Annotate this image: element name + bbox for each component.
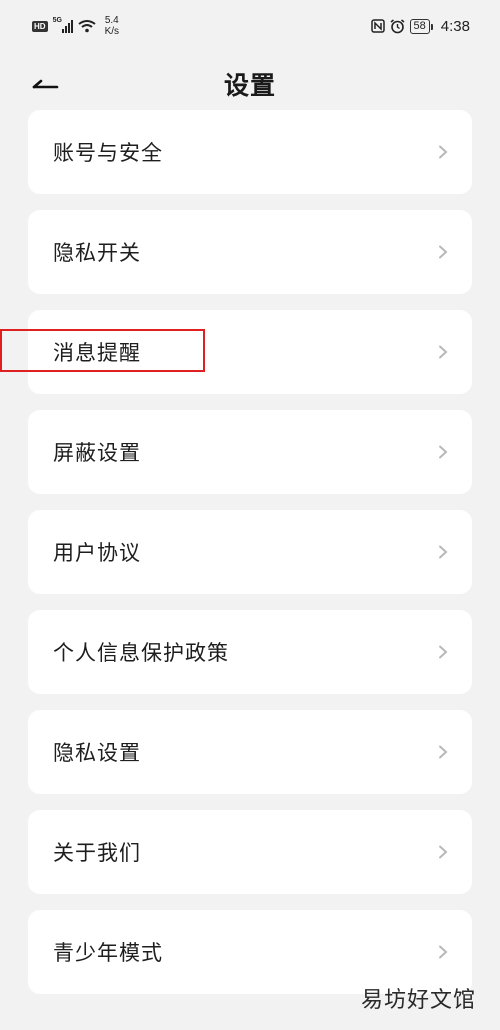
chevron-right-icon	[439, 945, 448, 959]
chevron-right-icon	[439, 545, 448, 559]
settings-item[interactable]: 用户协议	[28, 510, 472, 594]
settings-item[interactable]: 隐私开关	[28, 210, 472, 294]
status-right: 58 4:38	[370, 17, 470, 35]
chevron-right-icon	[439, 745, 448, 759]
settings-item[interactable]: 关于我们	[28, 810, 472, 894]
network-speed-unit: K/s	[104, 26, 120, 37]
chevron-right-icon	[439, 645, 448, 659]
settings-item-label: 用户协议	[53, 541, 141, 565]
page-title: 设置	[223, 71, 276, 100]
settings-item-label: 隐私设置	[53, 741, 141, 765]
settings-item[interactable]: 账号与安全	[28, 110, 472, 194]
signal-type-label: 5G	[52, 17, 62, 24]
settings-item-label: 屏蔽设置	[53, 441, 141, 465]
settings-item[interactable]: 隐私设置	[28, 710, 472, 794]
settings-item[interactable]: 个人信息保护政策	[28, 610, 472, 694]
status-bar: HD 5G 5.4 K/s 58 4:38	[0, 0, 500, 52]
settings-list: 账号与安全隐私开关消息提醒屏蔽设置用户协议个人信息保护政策 隐私设置关于我们青少年…	[28, 110, 472, 1010]
network-speed-value: 5.4	[104, 15, 119, 26]
chevron-right-icon	[439, 145, 448, 159]
signal-icon: 5G	[52, 17, 73, 33]
chevron-right-icon	[439, 445, 448, 459]
settings-item-label: 青少年模式	[53, 941, 163, 965]
alarm-icon	[390, 18, 405, 33]
settings-item-label: 关于我们	[53, 841, 141, 865]
wifi-icon	[77, 20, 96, 33]
settings-item[interactable]: 屏蔽设置	[28, 410, 472, 494]
chevron-right-icon	[439, 845, 448, 859]
nfc-icon	[370, 19, 385, 33]
battery-icon: 58	[409, 18, 434, 34]
watermark: 易坊好文馆	[360, 988, 476, 1013]
network-speed: 5.4 K/s	[105, 15, 119, 37]
settings-item-label: 消息提醒	[53, 341, 141, 365]
chevron-right-icon	[439, 245, 448, 259]
status-left: HD 5G 5.4 K/s	[32, 15, 119, 37]
settings-item-label: 隐私开关	[53, 241, 141, 265]
hd-icon: HD	[32, 20, 48, 32]
settings-item[interactable]: 消息提醒	[28, 310, 472, 394]
clock-time: 4:38	[440, 17, 470, 35]
chevron-right-icon	[439, 345, 448, 359]
settings-item-label: 个人信息保护政策	[53, 641, 229, 665]
navigation-bar: 设置	[0, 56, 500, 108]
settings-item-label: 账号与安全	[53, 141, 163, 165]
